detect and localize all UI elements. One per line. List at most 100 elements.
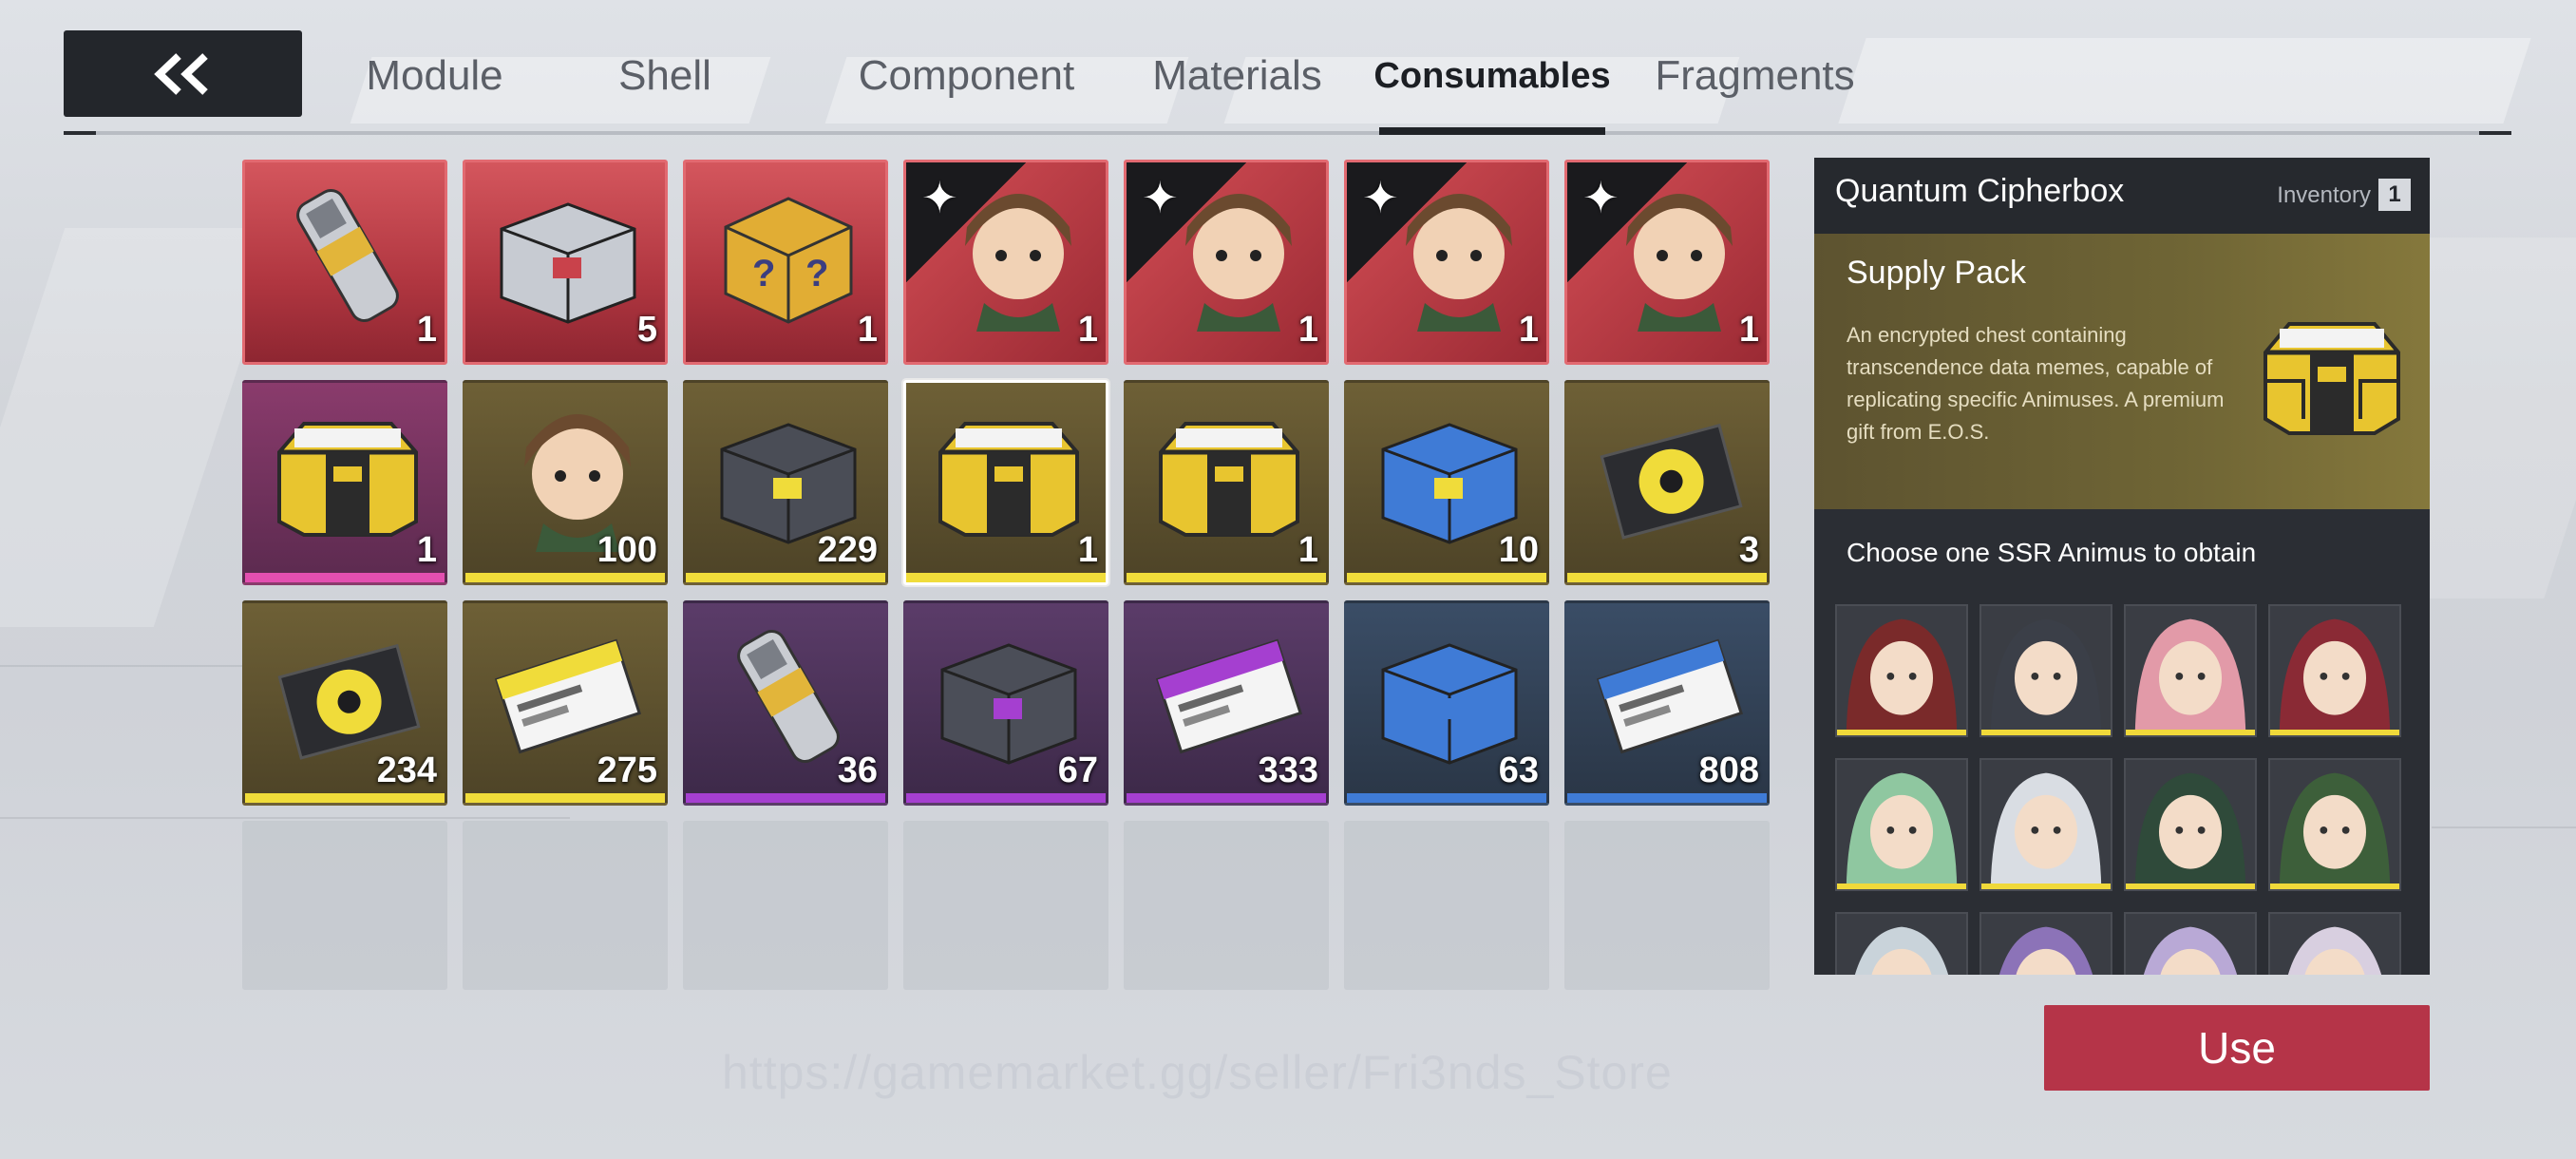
double-chevron-left-icon [153,52,208,95]
rarity-bar [465,573,665,582]
item-slot-holo-disc[interactable]: 3 [1564,380,1770,585]
item-slot-strange-book[interactable]: 808 [1564,600,1770,806]
legend-book-image [1155,638,1303,754]
item-count: 1 [1077,310,1098,350]
portrait-animus-silver-hair[interactable] [1835,912,1968,975]
item-count: 1 [1738,310,1759,350]
item-count: 229 [817,530,878,570]
rarity-bar [1127,793,1326,803]
item-slot-animus-wolf[interactable]: ✦ 1 [1564,160,1770,365]
portrait-animus-pink-hair[interactable] [2124,604,2257,737]
item-count: 1 [416,310,437,350]
choose-animus-label: Choose one SSR Animus to obtain [1847,538,2257,567]
item-slot-animus-sheep[interactable]: ✦ 1 [1124,160,1329,365]
tab-fragments[interactable]: Fragments [1634,28,1876,124]
item-slot-animus-bear[interactable]: ✦ 1 [903,160,1108,365]
empty-slot [1564,821,1770,990]
purple-disc-image [277,643,421,760]
holo-disc-image [1600,423,1743,540]
portrait-animus-green-hat[interactable] [2268,758,2401,891]
tab-component[interactable]: Component [845,28,1088,124]
item-count: 1 [1077,530,1098,570]
empty-slot [242,821,447,990]
svg-text:?: ? [805,253,828,294]
item-count: 275 [597,750,657,790]
portrait-animus-green-flower[interactable] [1835,758,1968,891]
item-count: 5 [636,310,657,350]
tab-shell[interactable]: Shell [579,28,750,124]
item-detail-panel: Quantum Cipherbox Inventory 1 Supply Pac… [1814,158,2430,975]
item-slot-blue-case[interactable]: 10 [1344,380,1549,585]
inventory-count: 1 [2378,179,2411,211]
rarity-bar [1347,793,1546,803]
item-slot-gold-cipherbox[interactable]: 1 [1124,380,1329,585]
empty-slot [903,821,1108,990]
rarity-bar [245,793,445,803]
animus-portrait-image [1981,760,2111,889]
sparkle-icon: ✦ [1362,173,1399,222]
item-count: 1 [857,310,878,350]
item-slot-cube-pack[interactable]: 229 [683,380,888,585]
sparkle-icon: ✦ [921,173,958,222]
empty-slot [1124,821,1329,990]
portrait-animus-white-hair[interactable] [1979,758,2112,891]
item-slot-quantum-cipherbox[interactable]: 1 [903,380,1108,585]
tab-consumables[interactable]: Consumables [1373,28,1610,124]
animus-portrait-image [1981,606,2111,735]
item-slot-purple-disc[interactable]: 234 [242,600,447,806]
item-slot-gold-cipherbox-pink[interactable]: 1 [242,380,447,585]
portrait-animus-red-witch[interactable] [2268,604,2401,737]
quantum-cipherbox-image [938,422,1079,537]
rarity-bar [1837,884,1966,889]
rarity-bar [1347,573,1546,582]
animus-portrait-image [2270,914,2399,975]
item-count: 1 [1518,310,1539,350]
back-button[interactable] [64,30,302,117]
gold-cipherbox-image [1159,422,1299,537]
rarity-bar [906,793,1106,803]
rarity-bar [1837,730,1966,735]
item-type: Supply Pack [1847,255,2026,291]
portrait-animus-lilac-hair[interactable] [2124,912,2257,975]
mystery-box-image: ?? [724,197,853,324]
item-count: 67 [1057,750,1098,790]
tab-module[interactable]: Module [313,28,556,124]
rarity-bar [2270,884,2399,889]
animus-portrait-image [2126,606,2255,735]
animus-portrait-image [2126,760,2255,889]
sparkle-icon: ✦ [1582,173,1619,222]
item-slot-animus-awaking-ticket[interactable]: 100 [463,380,668,585]
tab-materials[interactable]: Materials [1116,28,1358,124]
animus-portrait-image [1837,606,1966,735]
item-slot-records-book[interactable]: 275 [463,600,668,806]
portrait-animus-red-hair[interactable] [1835,604,1968,737]
rarity-bar [2270,730,2399,735]
cube-pack-image [720,423,857,544]
empty-slot [683,821,888,990]
item-slot-animus-witch[interactable]: ✦ 1 [1344,160,1549,365]
item-slot-purple-box[interactable]: 67 [903,600,1108,806]
rarity-bar [1981,730,2111,735]
portrait-animus-dark-green[interactable] [2124,758,2257,891]
portrait-animus-white-fluffy[interactable] [2268,912,2401,975]
animus-portrait-image [1981,914,2111,975]
animus-awaking-ticket-image [524,414,631,552]
records-book-image [494,638,642,754]
use-button[interactable]: Use [2044,1005,2430,1091]
animus-portrait-image [1837,914,1966,975]
item-count: 234 [376,750,437,790]
item-count: 100 [597,530,657,570]
item-slot-silver-crate[interactable]: 5 [463,160,668,365]
item-count: 10 [1498,530,1539,570]
item-count: 1 [1297,530,1318,570]
item-slot-supply-canister[interactable]: 1 [242,160,447,365]
portrait-animus-dark-cap[interactable] [1979,604,2112,737]
animus-portrait-image [1837,760,1966,889]
svg-text:?: ? [752,253,775,294]
tab-divider [64,131,2511,135]
item-slot-blue-box[interactable]: 63 [1344,600,1549,806]
item-slot-legend-book[interactable]: 333 [1124,600,1329,806]
item-slot-capsule-device[interactable]: 36 [683,600,888,806]
item-slot-mystery-box[interactable]: ?? 1 [683,160,888,365]
portrait-animus-purple-hair[interactable] [1979,912,2112,975]
